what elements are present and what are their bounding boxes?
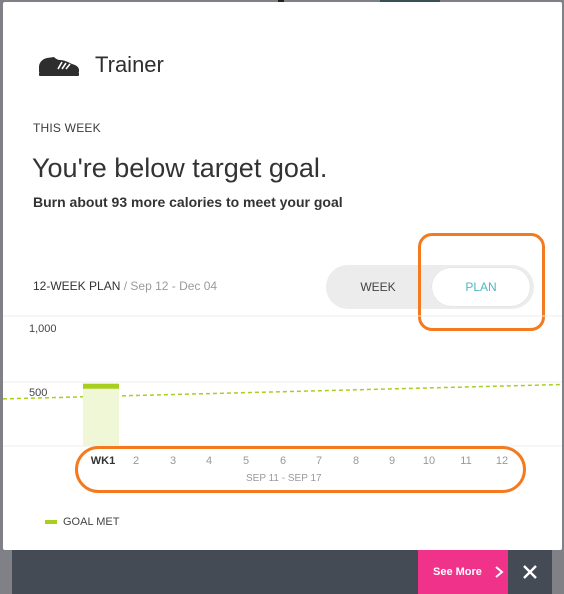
toggle-week-button[interactable]: WEEK [326, 265, 430, 309]
trainer-card: Trainer THIS WEEK You're below target go… [3, 2, 562, 550]
annotation-highlight-oval [75, 446, 526, 493]
trainer-title: Trainer [95, 52, 164, 77]
chart-bar [83, 383, 119, 446]
close-button[interactable] [508, 550, 552, 594]
chart-legend: GOAL MET [45, 516, 119, 528]
plan-dates: / Sep 12 - Dec 04 [123, 279, 218, 293]
chevron-right-icon [495, 566, 504, 578]
chart-bar-cap [83, 383, 119, 389]
goal-headline: You're below target goal. [32, 153, 328, 183]
legend-swatch [45, 520, 57, 524]
close-icon [523, 565, 537, 579]
sneaker-icon [39, 57, 79, 76]
legend-label: GOAL MET [63, 516, 120, 528]
y-tick-label: 500 [29, 387, 48, 399]
plan-range: 12-WEEK PLAN / Sep 12 - Dec 04 [33, 279, 217, 293]
see-more-button[interactable]: See More [418, 550, 508, 594]
y-tick-label: 1,000 [29, 323, 57, 335]
plan-label: 12-WEEK PLAN [33, 279, 121, 293]
goal-subline: Burn about 93 more calories to meet your… [33, 194, 343, 210]
see-more-label: See More [433, 566, 482, 578]
section-label: THIS WEEK [33, 121, 101, 135]
